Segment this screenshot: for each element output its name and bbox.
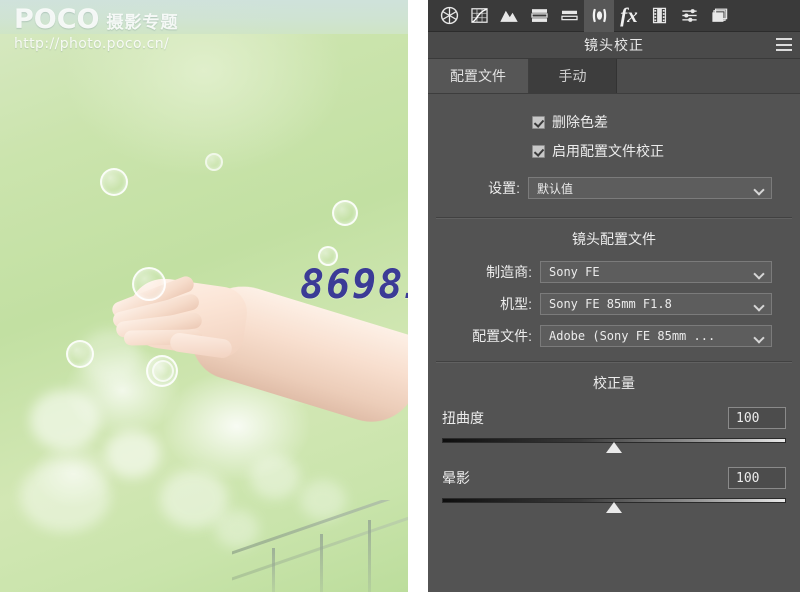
checkbox-label: 启用配置文件校正 bbox=[552, 143, 664, 159]
checkbox-icon[interactable] bbox=[532, 144, 545, 158]
model-select[interactable]: Sony FE 85mm F1.8 bbox=[540, 293, 772, 315]
checkbox-remove-chromatic-aberration[interactable]: 删除色差 bbox=[532, 112, 800, 132]
settings-select[interactable]: 默认值 bbox=[528, 177, 772, 199]
app-root: POCO 摄影专题 http://photo.poco.cn/ 869815 bbox=[0, 0, 800, 592]
detail-mountain-icon[interactable] bbox=[494, 0, 524, 32]
watermark-brand: POCO bbox=[14, 4, 100, 35]
slider-vignetting: 晕影 100 bbox=[428, 465, 800, 513]
tone-curve-icon[interactable] bbox=[464, 0, 494, 32]
profile-select[interactable]: Adobe (Sony FE 85mm ... bbox=[540, 325, 772, 347]
checkbox-group: 删除色差 启用配置文件校正 bbox=[428, 94, 800, 161]
slider-label: 扭曲度 bbox=[442, 410, 484, 426]
module-toolbar: fx bbox=[428, 0, 800, 32]
manufacturer-label: 制造商: bbox=[486, 264, 532, 280]
settings-row: 设置: 默认值 bbox=[428, 177, 800, 199]
soap-bubble bbox=[66, 340, 94, 368]
split-toning-icon[interactable] bbox=[554, 0, 584, 32]
model-label: 机型: bbox=[500, 296, 532, 312]
snapshots-layers-icon[interactable] bbox=[704, 0, 734, 32]
panel-header: 镜头校正 bbox=[428, 32, 800, 59]
checkbox-icon[interactable] bbox=[532, 115, 545, 129]
panel-title-text: 镜头校正 bbox=[584, 37, 644, 53]
poco-watermark: POCO 摄影专题 http://photo.poco.cn/ bbox=[14, 6, 179, 52]
soap-bubble bbox=[332, 200, 358, 226]
model-row: 机型: Sony FE 85mm F1.8 bbox=[428, 293, 800, 315]
fence-post bbox=[368, 520, 371, 592]
manufacturer-value: Sony FE bbox=[549, 265, 600, 279]
tab-filler bbox=[617, 59, 800, 93]
slider-value-input[interactable]: 100 bbox=[728, 407, 786, 429]
bokeh-light bbox=[105, 430, 160, 478]
chevron-down-icon bbox=[755, 302, 764, 307]
settings-label: 设置: bbox=[488, 180, 520, 196]
tab-manual[interactable]: 手动 bbox=[529, 59, 617, 93]
profile-row: 配置文件: Adobe (Sony FE 85mm ... bbox=[428, 325, 800, 347]
lens-correction-panel: fx 镜头校正 配置文件 手动 删除色差 启用配置文件校正 设置: 默认值 镜头… bbox=[428, 0, 800, 592]
overlay-number: 869815 bbox=[300, 262, 408, 308]
photo-preview[interactable]: POCO 摄影专题 http://photo.poco.cn/ 869815 bbox=[0, 0, 408, 592]
lens-profile-section-title: 镜头配置文件 bbox=[572, 231, 656, 247]
bokeh-light bbox=[250, 455, 300, 499]
effects-fx-icon[interactable]: fx bbox=[614, 0, 644, 32]
fx-glyph: fx bbox=[620, 3, 638, 27]
slider-handle[interactable] bbox=[606, 442, 622, 453]
presets-sliders-icon[interactable] bbox=[674, 0, 704, 32]
watermark-subtitle: 摄影专题 bbox=[106, 13, 179, 32]
checkbox-enable-profile-correction[interactable]: 启用配置文件校正 bbox=[532, 141, 800, 161]
hsl-grayscale-icon[interactable] bbox=[524, 0, 554, 32]
watermark-url: http://photo.poco.cn/ bbox=[14, 36, 170, 52]
slider-distortion: 扭曲度 100 bbox=[428, 405, 800, 453]
panel-body: 删除色差 启用配置文件校正 设置: 默认值 镜头配置文件 制造商: Sony F… bbox=[428, 94, 800, 513]
bokeh-light bbox=[30, 390, 100, 450]
slider-track-area[interactable] bbox=[442, 495, 786, 513]
slider-track-area[interactable] bbox=[442, 435, 786, 453]
lens-aperture-icon[interactable] bbox=[434, 0, 464, 32]
soap-bubble bbox=[100, 168, 128, 196]
soap-bubble bbox=[152, 360, 174, 382]
soap-bubble bbox=[132, 267, 166, 301]
slider-value-input[interactable]: 100 bbox=[728, 467, 786, 489]
panel-tabs: 配置文件 手动 bbox=[428, 59, 800, 94]
bokeh-light bbox=[20, 460, 110, 532]
chevron-down-icon bbox=[755, 186, 764, 191]
manufacturer-select[interactable]: Sony FE bbox=[540, 261, 772, 283]
profile-label: 配置文件: bbox=[472, 328, 532, 344]
fence-post bbox=[272, 548, 275, 592]
profile-value: Adobe (Sony FE 85mm ... bbox=[549, 329, 716, 343]
checkbox-label: 删除色差 bbox=[552, 114, 608, 130]
camera-calibration-icon[interactable] bbox=[644, 0, 674, 32]
chevron-down-icon bbox=[755, 270, 764, 275]
slider-handle[interactable] bbox=[606, 502, 622, 513]
fence-post bbox=[320, 534, 323, 592]
correction-section-title: 校正量 bbox=[593, 375, 635, 391]
model-value: Sony FE 85mm F1.8 bbox=[549, 297, 672, 311]
chevron-down-icon bbox=[755, 334, 764, 339]
settings-value: 默认值 bbox=[537, 181, 574, 196]
manufacturer-row: 制造商: Sony FE bbox=[428, 261, 800, 283]
tab-profile[interactable]: 配置文件 bbox=[428, 59, 529, 93]
lens-correction-icon[interactable] bbox=[584, 0, 614, 32]
hamburger-menu-icon[interactable] bbox=[776, 38, 792, 51]
slider-label: 晕影 bbox=[442, 470, 470, 486]
soap-bubble bbox=[205, 153, 223, 171]
fence bbox=[232, 500, 408, 592]
